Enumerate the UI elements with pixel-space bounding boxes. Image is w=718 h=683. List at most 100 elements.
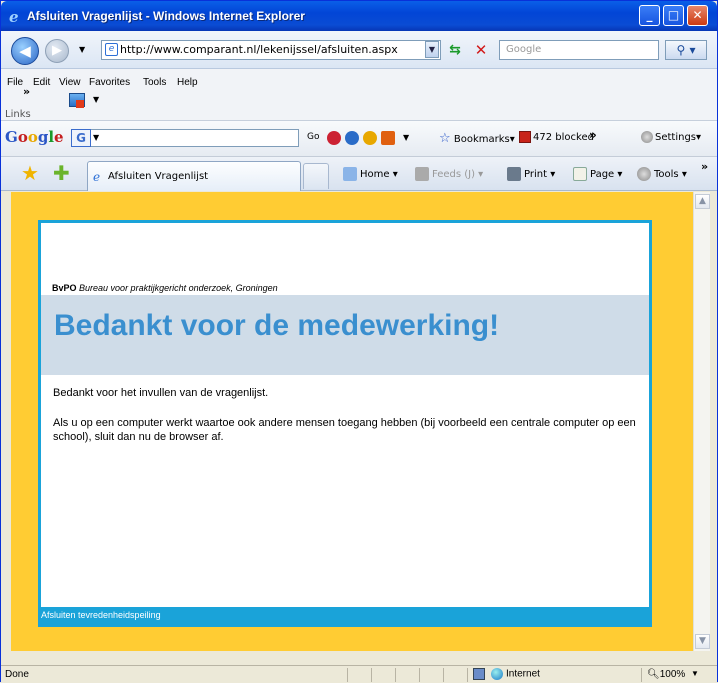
globe-icon [491, 668, 503, 680]
google-dropdown-icon[interactable]: ▼ [93, 133, 99, 142]
search-icon: ⚲ [676, 43, 686, 57]
popup-blocker-button[interactable]: 472 blocked [519, 131, 594, 143]
google-toolbar-chevron[interactable]: » [589, 128, 597, 142]
links-chevron[interactable]: » [23, 85, 30, 98]
feeds-label: Feeds (J) [432, 169, 475, 180]
zoom-icon: 🔍︎ [647, 669, 660, 680]
google-g-button[interactable]: G [71, 129, 91, 147]
content-panel: BvPO Bureau voor praktijkgericht onderzo… [38, 220, 652, 627]
addon-dropdown-icon[interactable]: ▼ [93, 95, 99, 104]
window-title: Afsluiten Vragenlijst - Windows Internet… [27, 9, 305, 23]
ie-logo-icon: e [9, 8, 19, 26]
stop-button[interactable]: ✕ [471, 41, 491, 59]
menu-help[interactable]: Help [177, 77, 198, 88]
history-dropdown-icon[interactable]: ▼ [79, 45, 85, 54]
scroll-up-icon[interactable]: ▲ [695, 194, 710, 209]
command-bar-chevron[interactable]: » [701, 160, 708, 173]
status-divider [467, 668, 468, 682]
vertical-scrollbar[interactable]: ▲ ▼ [693, 192, 710, 651]
google-logo: Google [5, 128, 64, 146]
status-divider [347, 668, 348, 682]
zone-label: Internet [506, 668, 540, 680]
feeds-button[interactable]: Feeds (J) ▾ [415, 167, 483, 181]
google-toolbar: Google G ▼ Go ▼ ☆ Bookmarks▾ 472 blocked… [1, 121, 717, 157]
status-text: Done [5, 669, 29, 680]
print-button[interactable]: Print ▾ [507, 167, 555, 181]
back-button[interactable]: ◀ [11, 37, 39, 65]
status-bar: Done Internet 🔍︎100% ▼ [1, 665, 717, 683]
print-label: Print [524, 169, 548, 180]
stop-icon: ✕ [474, 41, 488, 59]
address-url: http://www.comparant.nl/lekenijssel/afsl… [120, 43, 398, 56]
tab-title: Afsluiten Vragenlijst [108, 171, 209, 182]
bookmarks-label: Bookmarks▾ [453, 134, 515, 145]
autofill-icon[interactable] [381, 131, 395, 145]
home-icon [343, 167, 357, 181]
menu-file[interactable]: File [7, 77, 23, 88]
minimize-button[interactable]: _ [639, 5, 660, 26]
page-footer: Afsluiten tevredenheidspeiling [38, 607, 652, 627]
menu-favorites[interactable]: Favorites [89, 77, 130, 88]
menu-view[interactable]: View [59, 77, 81, 88]
page-menu-button[interactable]: Page ▾ [573, 167, 622, 181]
links-label: Links [5, 109, 31, 120]
tools-gear-icon [637, 167, 651, 181]
refresh-icon: ⇆ [449, 42, 461, 58]
feeds-icon [415, 167, 429, 181]
org-description: Bureau voor praktijkgericht onderzoek, G… [79, 283, 278, 293]
address-input[interactable]: e http://www.comparant.nl/lekenijssel/af… [101, 40, 441, 60]
refresh-button[interactable]: ⇆ [445, 41, 465, 59]
settings-label: Settings▾ [655, 132, 702, 143]
zoom-dropdown-icon[interactable]: ▼ [691, 669, 699, 678]
page-title: Bedankt voor de medewerking! [54, 309, 500, 342]
bookmarks-button[interactable]: ☆ Bookmarks▾ [439, 131, 515, 146]
organization-line: BvPO Bureau voor praktijkgericht onderzo… [52, 283, 278, 293]
google-go-button[interactable]: Go [307, 132, 319, 142]
page-favicon-icon: e [105, 43, 118, 56]
bookmark-star-icon: ☆ [439, 131, 451, 146]
close-button[interactable]: ✕ [687, 5, 708, 26]
org-name: BvPO [52, 283, 77, 293]
tools-label: Tools [654, 169, 679, 180]
scroll-down-icon[interactable]: ▼ [695, 634, 710, 649]
home-label: Home [360, 169, 390, 180]
new-tab-button[interactable] [303, 163, 329, 189]
page-icon [573, 167, 587, 181]
add-favorite-icon[interactable]: ✚ [53, 163, 70, 183]
home-button[interactable]: Home ▾ [343, 167, 398, 181]
thank-you-text: Bedankt voor het invullen van de vragenl… [53, 387, 269, 399]
page-viewport: BvPO Bureau voor praktijkgericht onderzo… [11, 192, 693, 651]
search-button[interactable]: ⚲ ▾ [665, 40, 707, 60]
tab-active[interactable]: e Afsluiten Vragenlijst [87, 161, 301, 191]
forward-arrow-icon: ▶ [52, 43, 62, 58]
favorites-center-icon[interactable]: ★ [21, 163, 39, 183]
search-input[interactable]: Google [499, 40, 659, 60]
title-bar[interactable]: e Afsluiten Vragenlijst - Windows Intern… [1, 1, 717, 31]
status-divider [443, 668, 444, 682]
popup-blocker-icon [519, 131, 531, 143]
protected-mode-icon[interactable] [473, 668, 485, 680]
zoom-label: 100% [659, 669, 686, 680]
browser-window: e Afsluiten Vragenlijst - Windows Intern… [0, 0, 718, 683]
spell-icon[interactable] [363, 131, 377, 145]
menu-edit[interactable]: Edit [33, 77, 50, 88]
blocked-count: 472 blocked [533, 132, 594, 143]
menu-tools[interactable]: Tools [143, 77, 166, 88]
maximize-button[interactable]: □ [663, 5, 684, 26]
security-zone[interactable]: Internet [491, 668, 540, 680]
toolbar-addon-icon[interactable] [69, 93, 85, 108]
news-icon[interactable] [345, 131, 359, 145]
heading-band: Bedankt voor de medewerking! [41, 295, 649, 375]
status-divider [371, 668, 372, 682]
settings-button[interactable]: Settings▾ [641, 131, 701, 143]
zoom-level[interactable]: 🔍︎100% [647, 669, 685, 680]
pagerank-icon[interactable] [327, 131, 341, 145]
address-bar-row: ◀ ▶ ▼ e http://www.comparant.nl/lekenijs… [1, 31, 717, 69]
status-divider [419, 668, 420, 682]
tools-menu-button[interactable]: Tools ▾ [637, 167, 687, 181]
address-dropdown-button[interactable]: ▼ [425, 41, 439, 58]
back-arrow-icon: ◀ [19, 42, 31, 60]
tools-dropdown-icon[interactable]: ▼ [403, 133, 409, 142]
forward-button[interactable]: ▶ [45, 39, 69, 63]
google-search-input[interactable] [71, 129, 299, 147]
